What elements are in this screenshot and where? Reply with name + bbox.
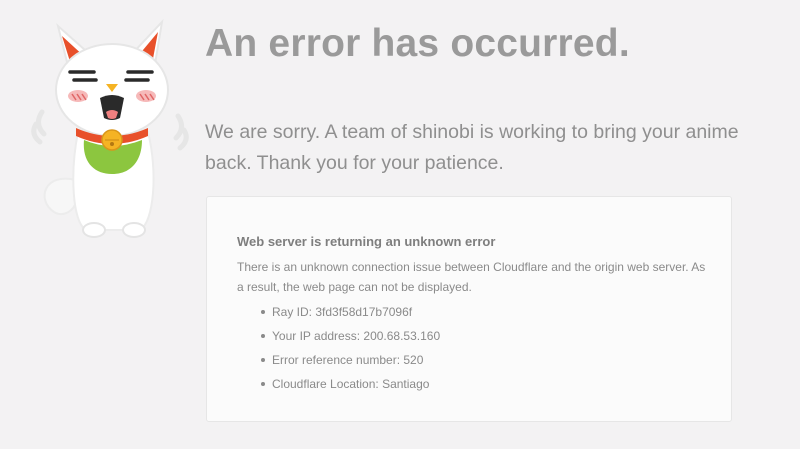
ray-id-item: Ray ID: 3fd3f58d17b7096f — [237, 300, 440, 324]
error-description: There is an unknown connection issue bet… — [237, 260, 706, 294]
apology-message: We are sorry. A team of shinobi is worki… — [205, 121, 739, 174]
lucky-cat-mascot-icon — [31, 18, 189, 238]
error-details-list: Ray ID: 3fd3f58d17b7096f Your IP address… — [237, 300, 440, 396]
error-reference-item: Error reference number: 520 — [237, 348, 440, 372]
ip-address-item: Your IP address: 200.68.53.160 — [237, 324, 440, 348]
cloudflare-location-item: Cloudflare Location: Santiago — [237, 372, 440, 396]
error-details-card: Web server is returning an unknown error… — [206, 196, 732, 422]
page-title: An error has occurred. — [205, 22, 630, 65]
error-heading: Web server is returning an unknown error — [237, 234, 496, 249]
